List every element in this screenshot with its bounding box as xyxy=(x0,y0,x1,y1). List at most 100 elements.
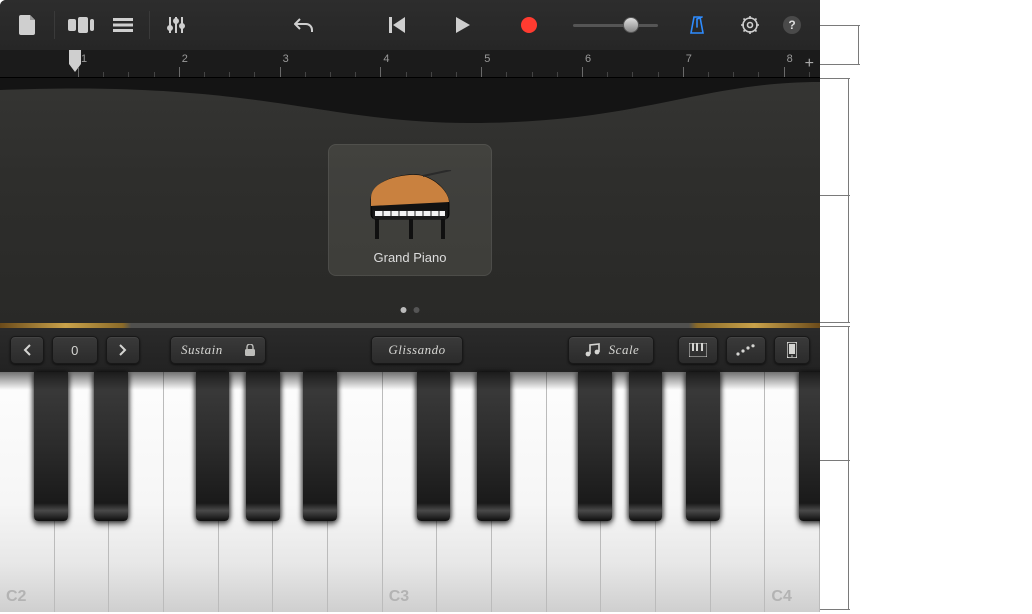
ruler-minor-tick xyxy=(733,72,734,77)
keyboard-layout-button[interactable] xyxy=(678,336,718,364)
ruler-bar: 8 xyxy=(784,67,785,77)
separator xyxy=(149,11,150,39)
help-button[interactable]: ? xyxy=(774,10,810,40)
page-dot-1[interactable] xyxy=(401,307,407,313)
instrument-area: Grand Piano xyxy=(0,78,820,323)
ruler-bar: 7 xyxy=(683,67,684,77)
black-key[interactable] xyxy=(246,372,280,521)
svg-text:?: ? xyxy=(788,18,795,32)
black-key[interactable] xyxy=(477,372,511,521)
lid-curve xyxy=(0,78,820,133)
scale-button[interactable]: Scale xyxy=(568,336,654,364)
callout-line xyxy=(820,460,850,461)
separator xyxy=(54,11,55,39)
black-key[interactable] xyxy=(686,372,720,521)
grand-piano-icon xyxy=(365,170,455,242)
ruler-bar: 2 xyxy=(179,67,180,77)
ruler-minor-tick xyxy=(103,72,104,77)
ruler-minor-tick xyxy=(431,72,432,77)
page-indicator[interactable] xyxy=(401,307,420,313)
lock-icon xyxy=(245,344,255,356)
ruler-minor-tick xyxy=(532,72,533,77)
black-key[interactable] xyxy=(303,372,337,521)
ruler-bar: 5 xyxy=(481,67,482,77)
notes-icon xyxy=(583,343,601,357)
keyboard-icon xyxy=(689,343,707,357)
ruler-minor-tick xyxy=(758,72,759,77)
ruler-minor-tick xyxy=(254,72,255,77)
arpeggiator-icon xyxy=(736,344,756,356)
instrument-browser-button[interactable] xyxy=(63,10,99,40)
volume-knob[interactable] xyxy=(623,17,639,33)
sustain-label: Sustain xyxy=(181,342,223,358)
ruler-minor-tick xyxy=(406,72,407,77)
callout-line xyxy=(848,78,849,323)
add-section-button[interactable]: + xyxy=(805,55,814,73)
black-key[interactable] xyxy=(94,372,128,521)
master-volume-slider[interactable] xyxy=(573,24,658,27)
undo-button[interactable] xyxy=(286,10,322,40)
callout-line xyxy=(820,195,850,196)
keyboard-mode-button[interactable]: Glissando xyxy=(371,336,463,364)
phone-icon xyxy=(787,342,797,358)
octave-display: 0 xyxy=(52,336,98,364)
octave-down-button[interactable] xyxy=(10,336,44,364)
ruler-minor-tick xyxy=(456,72,457,77)
garageband-touch-instrument-view: ? + 12345678 Grand Piano xyxy=(0,0,820,612)
ruler-minor-tick xyxy=(708,72,709,77)
octave-up-button[interactable] xyxy=(106,336,140,364)
key-label: C2 xyxy=(6,588,26,606)
ruler-minor-tick xyxy=(204,72,205,77)
page-dot-2[interactable] xyxy=(414,307,420,313)
my-songs-button[interactable] xyxy=(10,10,46,40)
arpeggiator-button[interactable] xyxy=(726,336,766,364)
keyboard[interactable]: C2 C3 C4 xyxy=(0,372,820,612)
ruler-minor-tick xyxy=(632,72,633,77)
ruler-bar: 1 xyxy=(78,67,79,77)
ruler-minor-tick xyxy=(607,72,608,77)
go-to-beginning-button[interactable] xyxy=(379,10,415,40)
record-button[interactable] xyxy=(511,10,547,40)
ruler-minor-tick xyxy=(557,72,558,77)
callout-line xyxy=(858,25,859,65)
ruler-minor-tick xyxy=(229,72,230,77)
play-button[interactable] xyxy=(445,10,481,40)
black-key[interactable] xyxy=(417,372,451,521)
ruler-minor-tick xyxy=(355,72,356,77)
sustain-button[interactable]: Sustain xyxy=(170,336,266,364)
keyboard-controls: 0 Sustain Glissando Scale xyxy=(0,328,820,372)
ruler-bar: 4 xyxy=(380,67,381,77)
instrument-name-label: Grand Piano xyxy=(374,250,447,265)
instrument-selector[interactable]: Grand Piano xyxy=(328,144,492,276)
ruler[interactable]: + 12345678 xyxy=(0,50,820,78)
scale-label: Scale xyxy=(609,342,640,358)
callout-line xyxy=(820,64,860,65)
ruler-minor-tick xyxy=(154,72,155,77)
callout-line xyxy=(820,322,850,323)
metronome-button[interactable] xyxy=(679,10,715,40)
black-key[interactable] xyxy=(34,372,68,521)
keyboard-glide-button[interactable] xyxy=(774,336,810,364)
black-key[interactable] xyxy=(629,372,663,521)
ruler-minor-tick xyxy=(305,72,306,77)
track-controls-button[interactable] xyxy=(158,10,194,40)
key-label: C3 xyxy=(389,588,409,606)
tracks-view-button[interactable] xyxy=(105,10,141,40)
glissando-label: Glissando xyxy=(388,342,445,358)
ruler-minor-tick xyxy=(506,72,507,77)
control-bar: ? xyxy=(0,0,820,50)
ruler-bar: 6 xyxy=(582,67,583,77)
ruler-minor-tick xyxy=(658,72,659,77)
callout-line xyxy=(848,326,849,610)
ruler-minor-tick xyxy=(128,72,129,77)
black-key[interactable] xyxy=(799,372,820,521)
ruler-minor-tick xyxy=(330,72,331,77)
callout-line xyxy=(820,25,860,26)
key-label: C4 xyxy=(771,588,791,606)
song-settings-button[interactable] xyxy=(732,10,768,40)
callout-line xyxy=(820,326,850,327)
volume-track[interactable] xyxy=(573,24,658,27)
ruler-minor-tick xyxy=(809,72,810,77)
black-key[interactable] xyxy=(196,372,230,521)
black-key[interactable] xyxy=(578,372,612,521)
